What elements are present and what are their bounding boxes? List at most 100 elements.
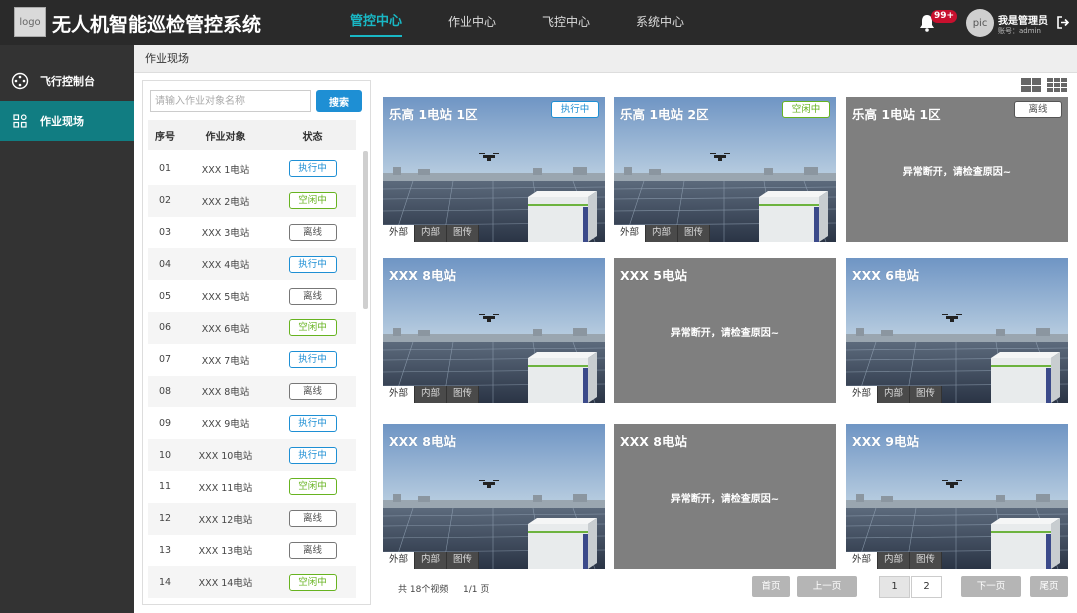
- table-row[interactable]: 13 XXX 13电站 离线: [148, 535, 356, 567]
- camera-tab-3[interactable]: 图传: [678, 225, 711, 242]
- table-row[interactable]: 11 XXX 11电站 空闲中: [148, 471, 356, 503]
- table-row[interactable]: 14 XXX 14电站 空闲中: [148, 566, 356, 599]
- tile-status-badge: 离线: [1014, 101, 1062, 118]
- table-row[interactable]: 07 XXX 7电站 执行中: [148, 344, 356, 376]
- avatar[interactable]: pic: [966, 9, 994, 37]
- nav-tab-4[interactable]: 系统中心: [616, 0, 704, 45]
- table-row[interactable]: 12 XXX 12电站 离线: [148, 502, 356, 535]
- tile-title: XXX 8电站: [620, 434, 687, 449]
- camera-tab-3[interactable]: 图传: [447, 552, 480, 569]
- status-badge: 离线: [288, 287, 337, 305]
- nav-tab-2[interactable]: 作业中心: [428, 0, 516, 45]
- row-number: 03: [158, 226, 172, 238]
- last-page-button[interactable]: 尾页: [1030, 576, 1068, 597]
- status-badge: 执行中: [288, 351, 337, 369]
- sidebar-item-work-site[interactable]: 作业现场: [0, 101, 134, 141]
- joystick-icon: [0, 72, 40, 90]
- user-name: 我是管理员: [998, 16, 1048, 27]
- notification-badge: 99+: [931, 10, 958, 23]
- row-number: 09: [158, 417, 172, 429]
- disconnect-message: 异常断开，请检查原因~: [670, 328, 780, 339]
- status-badge: 执行中: [288, 160, 337, 178]
- grid-3x3-view-icon[interactable]: [1047, 78, 1067, 92]
- camera-tab-1[interactable]: 外部: [846, 386, 879, 403]
- nav-tab-1[interactable]: 管控中心: [330, 0, 422, 45]
- column-header-no: 序号: [155, 131, 175, 143]
- app-title: 无人机智能巡检管控系统: [52, 14, 262, 36]
- camera-tab-3[interactable]: 图传: [447, 386, 480, 403]
- camera-tabs: 外部 内部 图传: [614, 225, 711, 242]
- video-tile[interactable]: XXX 8电站外部 内部 图传: [383, 424, 605, 569]
- video-tile[interactable]: 乐高 1电站 1区 离线 异常断开，请检查原因~: [846, 97, 1068, 242]
- camera-tab-2[interactable]: 内部: [415, 552, 448, 569]
- video-tile[interactable]: XXX 8电站 异常断开，请检查原因~: [614, 424, 836, 569]
- camera-tab-1[interactable]: 外部: [383, 552, 416, 569]
- grid-2x2-view-icon[interactable]: [1021, 78, 1041, 92]
- row-object-name: XXX 8电站: [201, 387, 250, 399]
- total-videos: 共 18个视频: [398, 585, 449, 595]
- video-tile[interactable]: XXX 5电站异常断开，请检查原因~: [614, 258, 836, 403]
- row-number: 05: [158, 290, 172, 302]
- next-page-button[interactable]: 下一页: [961, 576, 1021, 597]
- disconnect-message: 异常断开，请检查原因~: [902, 167, 1012, 178]
- page-count: 1/1 页: [463, 585, 490, 595]
- status-badge: 空闲中: [288, 319, 337, 337]
- nav-tab-3[interactable]: 飞控中心: [522, 0, 610, 45]
- video-tile[interactable]: 乐高 1电站 2区 空闲中外部 内部 图传: [614, 97, 836, 242]
- table-row[interactable]: 03 XXX 3电站 离线: [148, 217, 356, 249]
- page-number-button[interactable]: 1: [879, 576, 910, 598]
- search-input[interactable]: [150, 90, 311, 112]
- table-row[interactable]: 04 XXX 4电站 执行中: [148, 248, 356, 281]
- video-tile[interactable]: XXX 9电站 外部 内部 图传: [846, 424, 1068, 569]
- table-row[interactable]: 09 XXX 9电站 执行中: [148, 407, 356, 439]
- tile-title: 乐高 1电站 2区: [620, 107, 709, 122]
- tile-title: XXX 5电站: [620, 268, 687, 283]
- table-row[interactable]: 05 XXX 5电站 离线: [148, 280, 356, 312]
- camera-tab-3[interactable]: 图传: [910, 552, 943, 569]
- camera-tab-2[interactable]: 内部: [878, 386, 911, 403]
- row-object-name: XXX 13电站: [198, 546, 253, 558]
- row-object-name: XXX 10电站: [198, 451, 253, 463]
- table-row[interactable]: 02 XXX 2电站 空闲中: [148, 184, 356, 217]
- first-page-button[interactable]: 首页: [752, 576, 790, 597]
- tile-title: 乐高 1电站 1区: [389, 107, 478, 122]
- sidebar-item-flight-console[interactable]: 飞行控制台: [0, 61, 134, 101]
- logout-icon[interactable]: [1056, 16, 1069, 29]
- table-row[interactable]: 10 XXX 10电站 执行中: [148, 439, 356, 471]
- table-row[interactable]: 08 XXX 8电站 离线: [148, 375, 356, 408]
- row-number: 10: [158, 449, 172, 461]
- column-header-status: 状态: [302, 131, 323, 143]
- camera-tab-3[interactable]: 图传: [910, 386, 943, 403]
- status-badge: 离线: [288, 510, 337, 528]
- table-body: 01 XXX 1电站 执行中 02 XXX 2电站 空闲中 03 XXX 3电站离线 04 XXX…: [148, 153, 356, 599]
- camera-tab-1[interactable]: 外部: [614, 225, 647, 242]
- camera-tab-2[interactable]: 内部: [646, 225, 679, 242]
- camera-tab-3[interactable]: 图传: [447, 225, 480, 242]
- table-row[interactable]: 06 XXX 6电站 空闲中: [148, 311, 356, 344]
- tile-status-badge: 空闲中: [782, 101, 830, 118]
- row-object-name: XXX 4电站: [201, 260, 250, 272]
- camera-tab-2[interactable]: 内部: [415, 225, 448, 242]
- row-object-name: XXX 3电站: [201, 228, 250, 240]
- row-object-name: XXX 2电站: [201, 196, 250, 208]
- camera-tab-2[interactable]: 内部: [415, 386, 448, 403]
- tile-title: XXX 8电站: [389, 434, 456, 449]
- status-badge: 执行中: [288, 414, 337, 432]
- video-tile[interactable]: XXX 6电站 外部 内部 图传: [846, 258, 1068, 403]
- page-number-button[interactable]: 2: [911, 576, 942, 598]
- top-bar: logo 无人机智能巡检管控系统 管控中心 作业中心 飞控中心 系统中心 99+ pi…: [0, 0, 1077, 45]
- prev-page-button[interactable]: 上一页: [797, 576, 857, 597]
- search-button[interactable]: 搜索: [316, 90, 362, 112]
- camera-tabs: 外部 内部 图传: [846, 552, 943, 569]
- video-tile[interactable]: 乐高 1电站 1区 执行中 外部 内部 图传: [383, 97, 605, 242]
- camera-tab-1[interactable]: 外部: [383, 386, 416, 403]
- row-number: 07: [158, 354, 172, 366]
- row-object-name: XXX 9电站: [201, 419, 250, 431]
- camera-tab-1[interactable]: 外部: [383, 225, 416, 242]
- camera-tab-1[interactable]: 外部: [846, 552, 879, 569]
- video-tile[interactable]: XXX 8电站 外部 内部 图传: [383, 258, 605, 403]
- top-nav: 管控中心 作业中心 飞控中心 系统中心: [330, 0, 710, 45]
- scrollbar[interactable]: [363, 151, 368, 309]
- camera-tab-2[interactable]: 内部: [878, 552, 911, 569]
- table-row[interactable]: 01 XXX 1电站 执行中: [148, 153, 356, 185]
